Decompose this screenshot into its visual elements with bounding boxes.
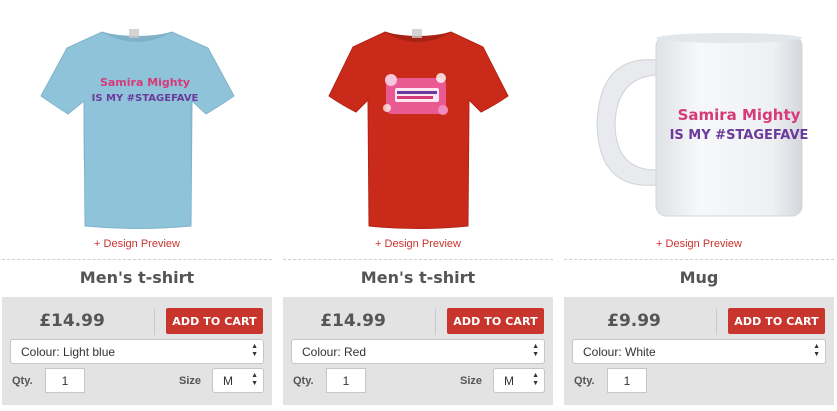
- design-text-line1: Samira Mighty: [100, 76, 190, 89]
- colour-select[interactable]: Colour: Light blue ▲ ▼: [10, 339, 264, 364]
- price-separator: [154, 309, 155, 335]
- product-image[interactable]: Samira Mighty IS MY #STAGEFAVE: [564, 0, 834, 236]
- colour-select-value: Colour: White: [583, 345, 656, 359]
- add-to-cart-button[interactable]: ADD TO CART: [728, 308, 825, 334]
- design-preview-link[interactable]: + Design Preview: [2, 238, 272, 250]
- price: £9.99: [607, 311, 661, 331]
- graphic-design-icon: [383, 73, 448, 115]
- product-image[interactable]: [283, 0, 553, 236]
- divider: [2, 259, 272, 260]
- add-to-cart-button[interactable]: ADD TO CART: [166, 308, 263, 334]
- purchase-panel: £14.99 ADD TO CART Colour: Light blue ▲ ▼…: [2, 297, 272, 405]
- size-label: Size: [460, 375, 483, 387]
- select-arrows-icon: ▲ ▼: [251, 372, 258, 387]
- size-select[interactable]: M ▲ ▼: [493, 368, 545, 393]
- size-select[interactable]: M ▲ ▼: [212, 368, 264, 393]
- design-text-line1: Samira Mighty: [678, 106, 801, 124]
- design-preview-link[interactable]: + Design Preview: [564, 238, 834, 250]
- divider: [283, 259, 553, 260]
- product-title: Men's t-shirt: [79, 268, 195, 287]
- qty-label: Qty.: [12, 375, 33, 387]
- product-card-light-blue-tshirt: Samira Mighty IS MY #STAGEFAVE + Design …: [2, 0, 272, 411]
- qty-input[interactable]: 1: [607, 368, 647, 393]
- price-separator: [435, 309, 436, 335]
- colour-select-value: Colour: Red: [302, 345, 367, 359]
- design-text-line2: IS MY #STAGEFAVE: [92, 93, 199, 104]
- product-card-red-tshirt: + Design Preview Men's t-shirt £14.99 AD…: [283, 0, 553, 411]
- qty-input[interactable]: 1: [326, 368, 366, 393]
- design-text-line2: IS MY #STAGEFAVE: [670, 128, 809, 143]
- size-select-value: M: [504, 374, 514, 388]
- size-select-value: M: [223, 374, 233, 388]
- colour-select[interactable]: Colour: White ▲ ▼: [572, 339, 826, 364]
- size-label: Size: [179, 375, 202, 387]
- add-to-cart-button[interactable]: ADD TO CART: [447, 308, 544, 334]
- price-separator: [716, 309, 717, 335]
- divider: [564, 259, 834, 260]
- select-arrows-icon: ▲ ▼: [532, 372, 539, 387]
- select-arrows-icon: ▲ ▼: [813, 343, 820, 358]
- select-arrows-icon: ▲ ▼: [532, 343, 539, 358]
- design-preview-link[interactable]: + Design Preview: [283, 238, 553, 250]
- price: £14.99: [320, 311, 386, 331]
- qty-label: Qty.: [293, 375, 314, 387]
- select-arrows-icon: ▲ ▼: [251, 343, 258, 358]
- qty-label: Qty.: [574, 375, 595, 387]
- product-title: Men's t-shirt: [360, 268, 476, 287]
- purchase-panel: £9.99 ADD TO CART Colour: White ▲ ▼ Qty. …: [564, 297, 834, 405]
- product-card-mug: Samira Mighty IS MY #STAGEFAVE + Design …: [564, 0, 834, 411]
- price: £14.99: [39, 311, 105, 331]
- tshirt-image: [328, 29, 509, 229]
- tshirt-image: Samira Mighty IS MY #STAGEFAVE: [40, 29, 235, 229]
- qty-input[interactable]: 1: [45, 368, 85, 393]
- product-image[interactable]: Samira Mighty IS MY #STAGEFAVE: [2, 0, 272, 236]
- colour-select[interactable]: Colour: Red ▲ ▼: [291, 339, 545, 364]
- mug-image: Samira Mighty IS MY #STAGEFAVE: [596, 33, 809, 217]
- purchase-panel: £14.99 ADD TO CART Colour: Red ▲ ▼ Qty. 1…: [283, 297, 553, 405]
- colour-select-value: Colour: Light blue: [21, 345, 116, 359]
- product-title: Mug: [679, 268, 719, 287]
